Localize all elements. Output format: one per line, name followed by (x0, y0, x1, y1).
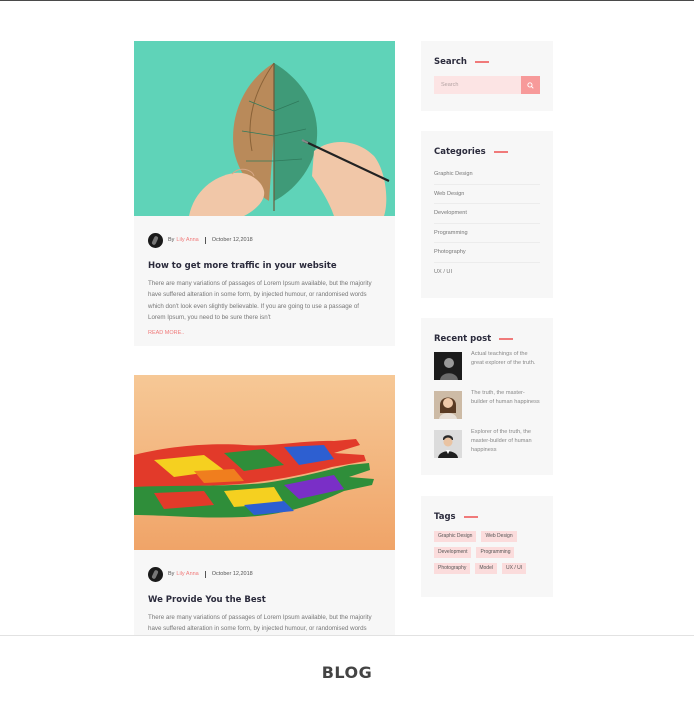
author-link[interactable]: Lily Anna (176, 237, 198, 243)
post-date: October 12,2018 (211, 571, 253, 577)
painted-hands-image (134, 375, 395, 550)
categories-widget: Categories Graphic Design Web Design Dev… (421, 131, 553, 298)
recent-post-thumbnail[interactable] (434, 391, 462, 419)
man-portrait-thumbnail-image (434, 430, 462, 458)
widget-title: Tags (434, 496, 540, 522)
title-accent-dash (474, 61, 489, 63)
categories-widget-title: Categories (434, 147, 486, 157)
recent-posts-widget: Recent post Actual teachings of the grea… (421, 318, 553, 475)
author-link[interactable]: Lily Anna (176, 571, 198, 577)
tag-web-design[interactable]: Web Design (481, 531, 517, 542)
author-avatar (148, 566, 163, 582)
tag-programming[interactable]: Programming (476, 547, 515, 558)
post-image[interactable] (134, 41, 395, 216)
widget-title: Search (434, 41, 540, 67)
blog-post-card: By Lily Anna October 12,2018 How to get … (134, 41, 395, 346)
category-item-programming[interactable]: Programming (434, 224, 540, 243)
search-widget-title: Search (434, 57, 467, 67)
blog-post-card: By Lily Anna October 12,2018 We Provide … (134, 375, 395, 635)
category-list: Graphic Design Web Design Development Pr… (434, 165, 540, 282)
recent-post-item[interactable]: Explorer of the truth, the master-builde… (434, 428, 540, 469)
meta-divider (204, 236, 206, 244)
recent-post-title[interactable]: Actual teachings of the great explorer o… (471, 350, 540, 391)
widget-title: Recent post (434, 318, 540, 344)
title-accent-dash (463, 516, 478, 518)
post-date: October 12,2018 (211, 237, 253, 243)
recent-widget-title: Recent post (434, 334, 492, 344)
title-accent-dash (493, 151, 508, 153)
post-excerpt: There are many variations of passages of… (148, 614, 372, 633)
search-input[interactable] (434, 76, 522, 94)
recent-post-thumbnail[interactable] (434, 352, 462, 380)
title-accent-dash (499, 338, 514, 340)
category-item-graphic-design[interactable]: Graphic Design (434, 165, 540, 185)
post-excerpt: There are many variations of passages of… (148, 280, 372, 321)
portrait-thumbnail-image (434, 352, 462, 380)
tag-photography[interactable]: Photography (434, 563, 471, 574)
page-label: BLOG (321, 663, 373, 682)
category-item-development[interactable]: Development (434, 204, 540, 224)
tags-widget-title: Tags (434, 512, 456, 522)
top-divider (0, 0, 694, 1)
search-button[interactable] (521, 76, 540, 94)
author-prefix: By (168, 237, 175, 243)
post-title[interactable]: How to get more traffic in your website (134, 250, 395, 271)
search-form (434, 76, 540, 94)
tag-ux-ui[interactable]: UX / UI (501, 563, 527, 574)
recent-post-title[interactable]: The truth, the master-builder of human h… (471, 389, 540, 430)
post-image[interactable] (134, 375, 395, 550)
recent-post-thumbnail[interactable] (434, 430, 462, 458)
post-meta: By Lily Anna October 12,2018 (134, 550, 395, 584)
tag-development[interactable]: Development (434, 547, 472, 558)
category-item-photography[interactable]: Photography (434, 243, 540, 263)
search-widget: Search (421, 41, 553, 111)
post-meta: By Lily Anna October 12,2018 (134, 216, 395, 250)
recent-post-list: Actual teachings of the great explorer o… (434, 350, 540, 469)
category-item-web-design[interactable]: Web Design (434, 185, 540, 204)
woman-portrait-thumbnail-image (434, 391, 462, 419)
page-caption-bar: BLOG (0, 635, 694, 709)
meta-divider (204, 570, 206, 578)
tag-graphic-design[interactable]: Graphic Design (434, 531, 477, 542)
category-item-ux-ui[interactable]: UX / UI (434, 263, 540, 283)
post-title[interactable]: We Provide You the Best (134, 584, 395, 605)
widget-title: Categories (434, 131, 540, 157)
tags-widget: Tags Graphic Design Web Design Developme… (421, 496, 553, 597)
recent-post-item[interactable]: Actual teachings of the great explorer o… (434, 350, 540, 391)
author-avatar (148, 232, 163, 248)
tag-model[interactable]: Model (475, 563, 497, 574)
tag-cloud: Graphic Design Web Design Development Pr… (434, 531, 540, 574)
recent-post-item[interactable]: The truth, the master-builder of human h… (434, 389, 540, 430)
leaf-painting-image (134, 41, 395, 216)
search-icon (527, 81, 534, 89)
author-prefix: By (168, 571, 175, 577)
read-more-link[interactable]: READ MORE.. (134, 323, 395, 336)
recent-post-title[interactable]: Explorer of the truth, the master-builde… (471, 428, 540, 469)
